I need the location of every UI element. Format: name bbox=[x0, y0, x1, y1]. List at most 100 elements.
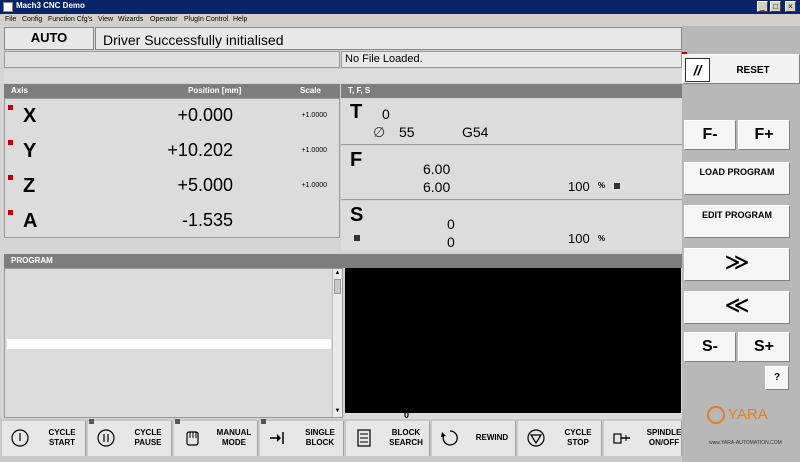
axis-position[interactable]: +0.000 bbox=[177, 105, 233, 126]
stop-icon bbox=[527, 429, 545, 447]
axis-header-position: Position [mm] bbox=[188, 86, 242, 95]
tool-label: T bbox=[350, 101, 363, 123]
back-button[interactable]: ≪ bbox=[684, 291, 790, 324]
cycle-start-button[interactable]: CYCLE START bbox=[2, 421, 86, 456]
menu-bar: File Config Function Cfg's View Wizards … bbox=[0, 14, 800, 26]
feed-minus-button[interactable]: F- bbox=[684, 120, 736, 150]
feed-actual: 6.00 bbox=[423, 179, 451, 195]
logo-emblem bbox=[707, 406, 725, 424]
minimize-button[interactable]: _ bbox=[757, 1, 768, 12]
window-titlebar: Mach3 CNC Demo _ □ × bbox=[0, 0, 800, 14]
spindle-on-off-label: SPINDLE ON/OFF bbox=[646, 428, 682, 447]
program-header-label: PROGRAM bbox=[11, 256, 53, 265]
scroll-thumb[interactable] bbox=[334, 279, 341, 294]
cycle-stop-label: CYCLE STOP bbox=[564, 428, 592, 447]
axis-header-axis: Axis bbox=[11, 86, 28, 95]
block-search-label: BLOCK SEARCH bbox=[389, 428, 423, 447]
pause-led bbox=[89, 419, 94, 424]
axis-scale: +1.0000 bbox=[301, 112, 328, 119]
spindle-icon bbox=[613, 433, 630, 444]
gcode-list[interactable]: ▲ ▼ bbox=[4, 268, 343, 418]
menu-plugin-control[interactable]: PlugIn Control bbox=[184, 16, 228, 23]
axis-row-a[interactable]: A -1.535 bbox=[5, 206, 335, 241]
menu-help[interactable]: Help bbox=[233, 16, 247, 23]
manual-mode-button[interactable]: MANUAL MODE bbox=[174, 419, 258, 456]
toolpath-display[interactable] bbox=[345, 268, 681, 413]
block-search-icon bbox=[357, 429, 371, 447]
file-row-left bbox=[4, 51, 340, 68]
spindle-on-off-button[interactable]: SPINDLE ON/OFF bbox=[604, 421, 682, 456]
menu-file[interactable]: File bbox=[5, 16, 16, 23]
feed-label: F bbox=[350, 149, 363, 171]
close-button[interactable]: × bbox=[785, 1, 796, 12]
spindle-section: S 0 0 100 % bbox=[341, 201, 682, 250]
gcode-scrollbar[interactable]: ▲ ▼ bbox=[332, 269, 342, 417]
menu-wizards[interactable]: Wizards bbox=[118, 16, 143, 23]
side-panel bbox=[682, 26, 800, 462]
axis-row-y[interactable]: Y +10.202 +1.0000 bbox=[5, 136, 335, 171]
load-program-button[interactable]: LOAD PROGRAM bbox=[684, 162, 790, 195]
program-header: PROGRAM bbox=[4, 254, 682, 268]
mode-label: AUTO bbox=[30, 30, 68, 45]
spacer-row bbox=[4, 69, 682, 83]
single-block-button[interactable]: SINGLE BLOCK bbox=[260, 419, 344, 456]
spindle-override-unit: % bbox=[598, 234, 606, 243]
tfs-header: T, F, S bbox=[341, 84, 682, 98]
reset-button[interactable]: // RESET bbox=[682, 54, 800, 84]
forward-button[interactable]: ≫ bbox=[684, 248, 790, 281]
logo-brand: YARA bbox=[728, 406, 768, 423]
window-title: Mach3 CNC Demo bbox=[16, 1, 85, 10]
feed-override: 100 bbox=[568, 179, 590, 194]
axis-led bbox=[8, 210, 13, 215]
tool-section: T 0 ∅ 55 G54 bbox=[341, 98, 682, 145]
spindle-minus-button[interactable]: S- bbox=[684, 332, 736, 362]
block-search-button[interactable]: BLOCK SEARCH bbox=[346, 421, 430, 456]
rewind-button[interactable]: REWIND bbox=[432, 421, 516, 456]
file-name: No File Loaded. bbox=[345, 53, 423, 65]
pause-icon bbox=[97, 429, 115, 447]
single-block-label: SINGLE BLOCK bbox=[305, 428, 335, 447]
edit-program-button[interactable]: EDIT PROGRAM bbox=[684, 205, 790, 238]
feed-set[interactable]: 6.00 bbox=[423, 161, 450, 177]
axis-position[interactable]: -1.535 bbox=[182, 210, 233, 231]
axis-position[interactable]: +5.000 bbox=[177, 175, 233, 196]
cycle-pause-label: CYCLE PAUSE bbox=[134, 428, 162, 447]
power-icon bbox=[11, 429, 29, 447]
spindle-plus-button[interactable]: S+ bbox=[738, 332, 790, 362]
help-button[interactable]: ? bbox=[765, 366, 789, 390]
menu-config[interactable]: Config bbox=[22, 16, 42, 23]
cycle-start-label: CYCLE START bbox=[48, 428, 76, 447]
spindle-actual: 0 bbox=[447, 234, 455, 250]
single-block-led bbox=[261, 419, 266, 424]
gcode-current-line bbox=[7, 339, 331, 349]
menu-operator[interactable]: Operator bbox=[150, 16, 178, 23]
axis-position[interactable]: +10.202 bbox=[167, 140, 233, 161]
maximize-button[interactable]: □ bbox=[770, 1, 781, 12]
reset-label: RESET bbox=[736, 65, 770, 76]
mode-display: AUTO bbox=[4, 27, 94, 50]
feed-plus-button[interactable]: F+ bbox=[738, 120, 790, 150]
axis-row-x[interactable]: X +0.000 +1.0000 bbox=[5, 101, 335, 136]
feed-section: F 6.00 6.00 100 % bbox=[341, 146, 682, 200]
manual-mode-label: MANUAL MODE bbox=[216, 428, 252, 447]
cycle-pause-button[interactable]: CYCLE PAUSE bbox=[88, 419, 172, 456]
scroll-down-icon[interactable]: ▼ bbox=[334, 408, 341, 416]
tfs-header-label: T, F, S bbox=[348, 86, 371, 95]
axis-row-z[interactable]: Z +5.000 +1.0000 bbox=[5, 171, 335, 206]
menu-function-cfgs[interactable]: Function Cfg's bbox=[48, 16, 93, 23]
hand-icon bbox=[186, 431, 199, 446]
file-name-display: No File Loaded. bbox=[341, 51, 682, 68]
menu-view[interactable]: View bbox=[98, 16, 113, 23]
cycle-stop-button[interactable]: CYCLE STOP bbox=[518, 421, 602, 456]
axis-led bbox=[8, 175, 13, 180]
tool-number[interactable]: 0 bbox=[382, 106, 390, 122]
scroll-up-icon[interactable]: ▲ bbox=[334, 270, 341, 278]
spindle-set[interactable]: 0 bbox=[447, 216, 455, 232]
logo-url: www.YARA-AUTOMATION.COM bbox=[709, 440, 782, 446]
axis-name: Z bbox=[23, 175, 36, 197]
feed-override-led bbox=[614, 183, 620, 189]
axis-name: X bbox=[23, 105, 37, 127]
axis-name: Y bbox=[23, 140, 37, 162]
axis-scale: +1.0000 bbox=[301, 182, 328, 189]
axis-header-scale: Scale bbox=[300, 86, 321, 95]
